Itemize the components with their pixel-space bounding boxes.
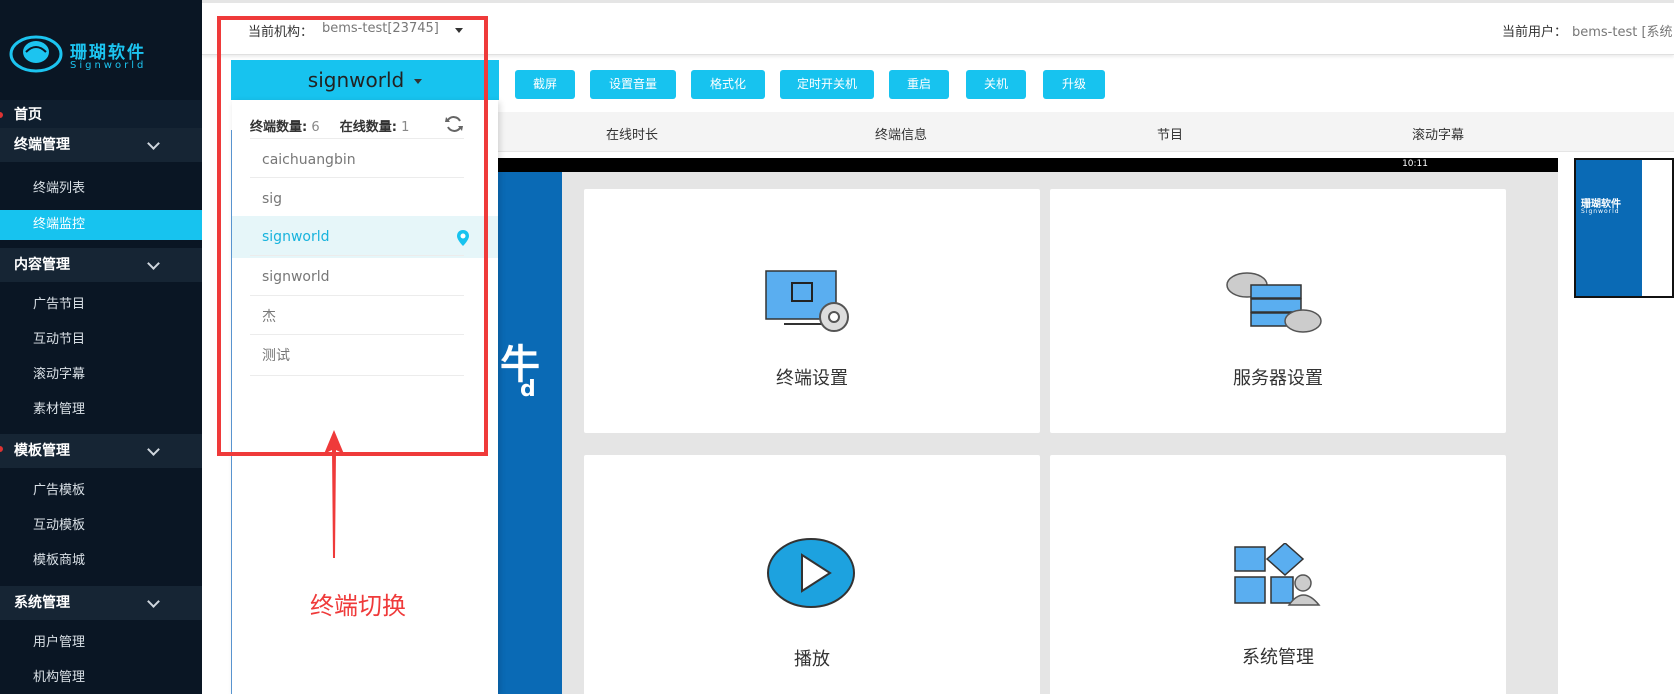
play-icon xyxy=(767,538,855,608)
brand-name-en: Signworld xyxy=(70,60,147,71)
tile-play[interactable]: 播放 xyxy=(584,455,1040,694)
brand-logo: 珊瑚软件 Signworld xyxy=(8,28,198,84)
shutdown-button[interactable]: 关机 xyxy=(966,70,1026,99)
sidebar-item-interactive-program[interactable]: 互动节目 xyxy=(0,325,202,355)
format-button[interactable]: 格式化 xyxy=(691,70,765,99)
sidebar-item-materials[interactable]: 素材管理 xyxy=(0,395,202,425)
tile-system-management[interactable]: 系统管理 xyxy=(1050,455,1506,694)
user-label: 当前用户： xyxy=(1502,25,1568,40)
status-time: 10:11 xyxy=(1402,159,1428,169)
indicator-dot xyxy=(0,112,3,118)
restart-button[interactable]: 重启 xyxy=(889,70,949,99)
chevron-down-icon xyxy=(147,257,160,270)
thumbnail-blue-panel: 珊瑚软件 Signworld xyxy=(1576,160,1642,296)
annotation-highlight-box xyxy=(217,16,488,456)
column-header-terminal-info: 终端信息 xyxy=(875,128,928,143)
tile-title: 系统管理 xyxy=(1242,647,1314,668)
tile-server-settings[interactable]: 服务器设置 xyxy=(1050,189,1506,433)
sidebar-group-label: 内容管理 xyxy=(14,257,70,273)
chevron-down-icon xyxy=(147,443,160,456)
sidebar-item-ad-program[interactable]: 广告节目 xyxy=(0,290,202,320)
device-status-bar: 10:11 xyxy=(470,158,1558,172)
sidebar-group-label: 模板管理 xyxy=(14,443,70,459)
terminal-screen-preview[interactable]: 10:11 牛 d 终端设置 服务器设置 播放 系统管理 xyxy=(470,158,1558,694)
indicator-dot xyxy=(0,446,3,452)
system-blocks-icon xyxy=(1234,543,1321,606)
thumbnail-logo-en: Signworld xyxy=(1581,208,1620,215)
upgrade-button[interactable]: 升级 xyxy=(1043,70,1105,99)
sidebar-group-terminal[interactable]: 终端管理 xyxy=(0,128,202,162)
sidebar-group-system[interactable]: 系统管理 xyxy=(0,586,202,620)
sidebar-item-terminal-list[interactable]: 终端列表 xyxy=(0,174,202,204)
chevron-down-icon xyxy=(147,595,160,608)
tile-title: 服务器设置 xyxy=(1233,368,1323,389)
screen-thumbnail[interactable]: 珊瑚软件 Signworld xyxy=(1574,158,1674,298)
chevron-down-icon xyxy=(147,137,160,150)
sidebar-group-content[interactable]: 内容管理 xyxy=(0,248,202,282)
sidebar-item-ticker[interactable]: 滚动字幕 xyxy=(0,360,202,390)
coral-cloud-icon xyxy=(9,35,63,73)
sidebar-item-user-management[interactable]: 用户管理 xyxy=(0,628,202,658)
column-header-ticker: 滚动字幕 xyxy=(1412,128,1465,143)
sidebar-group-label: 系统管理 xyxy=(14,595,70,611)
sidebar-item-interactive-template[interactable]: 互动模板 xyxy=(0,511,202,541)
schedule-power-button[interactable]: 定时开关机 xyxy=(780,70,874,99)
sidebar-item-org-management[interactable]: 机构管理 xyxy=(0,663,202,693)
partial-logo-letter: d xyxy=(520,377,536,402)
sidebar-item-template-store[interactable]: 模板商城 xyxy=(0,546,202,576)
server-cloud-icon xyxy=(1226,272,1322,333)
annotation-arrow-icon xyxy=(324,430,344,558)
sidebar: 珊瑚软件 Signworld 首页 终端管理 终端列表 终端监控 内容管理 广告… xyxy=(0,0,202,694)
set-volume-button[interactable]: 设置音量 xyxy=(590,70,676,99)
tile-title: 终端设置 xyxy=(776,368,848,389)
column-header-online-duration: 在线时长 xyxy=(606,128,659,143)
user-menu[interactable]: bems-test [系统 xyxy=(1572,21,1673,40)
sidebar-item-terminal-monitor[interactable]: 终端监控 xyxy=(0,210,202,240)
monitor-gear-icon xyxy=(765,270,849,332)
column-header-program: 节目 xyxy=(1157,128,1184,143)
tile-title: 播放 xyxy=(794,649,830,670)
annotation-text: 终端切换 xyxy=(310,592,406,620)
sidebar-item-ad-template[interactable]: 广告模板 xyxy=(0,476,202,506)
sidebar-group-template[interactable]: 模板管理 xyxy=(0,434,202,468)
sidebar-item-label: 首页 xyxy=(14,107,42,123)
screenshot-button[interactable]: 截屏 xyxy=(515,70,575,99)
sidebar-item-home[interactable]: 首页 xyxy=(0,100,202,130)
tile-terminal-settings[interactable]: 终端设置 xyxy=(584,189,1040,433)
sidebar-group-label: 终端管理 xyxy=(14,137,70,153)
table-header: 在线时长 终端信息 节目 滚动字幕 xyxy=(470,112,1674,152)
